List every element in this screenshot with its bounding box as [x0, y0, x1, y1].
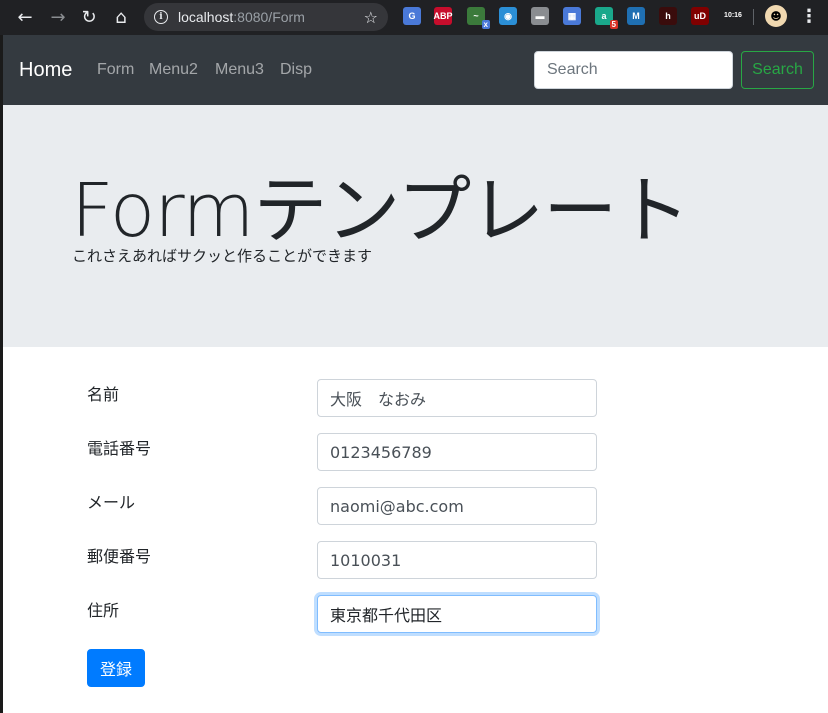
search-input[interactable]	[534, 51, 733, 89]
postal-code-label: 郵便番号	[87, 547, 152, 566]
h-ext-icon[interactable]: h	[659, 7, 677, 25]
postal-code-field[interactable]	[317, 541, 597, 579]
name-field[interactable]	[317, 379, 597, 417]
url-text[interactable]: localhost:8080/Form	[178, 9, 305, 25]
m-ext-icon[interactable]: M	[627, 7, 645, 25]
line-ext-icon[interactable]: ▬	[531, 7, 549, 25]
toolbar-divider	[753, 9, 754, 25]
address-field[interactable]	[317, 595, 597, 633]
extension-badge: x	[481, 20, 490, 29]
clock-ext-icon[interactable]: 10:16	[723, 7, 743, 25]
forward-arrow-icon[interactable]: →	[47, 6, 69, 28]
search-button[interactable]: Search	[741, 51, 814, 89]
register-button[interactable]: 登録	[87, 649, 145, 687]
ublock-ext-icon[interactable]: uD	[691, 7, 709, 25]
jumbotron: Formテンプレート これさえあればサクッと作ることができます	[3, 105, 828, 347]
address-label: 住所	[87, 601, 120, 620]
browser-toolbar: ← → ↻ ⌂ i localhost:8080/Form ☆ G ABP ~ x ◉ ▬…	[0, 0, 828, 35]
bookmark-star-icon[interactable]: ☆	[364, 8, 378, 27]
phone-label: 電話番号	[87, 439, 152, 458]
navbar: Home Form Menu2 Menu3 Disp Search	[3, 35, 828, 105]
page-title: Formテンプレート	[71, 168, 690, 254]
nav-link-menu2[interactable]: Menu2	[149, 61, 198, 79]
profile-avatar[interactable]: ☻	[765, 5, 787, 27]
email-field[interactable]	[317, 487, 597, 525]
adblock-ext-icon[interactable]: ABP	[434, 7, 453, 25]
home-icon[interactable]: ⌂	[110, 6, 132, 28]
phone-field[interactable]	[317, 433, 597, 471]
navbar-brand-home[interactable]: Home	[19, 59, 72, 82]
reload-icon[interactable]: ↻	[78, 6, 100, 28]
nav-link-disp[interactable]: Disp	[280, 61, 312, 79]
back-arrow-icon[interactable]: ←	[14, 6, 36, 28]
page-lead-text: これさえあればサクッと作ることができます	[72, 247, 373, 265]
translate-ext-icon[interactable]: G	[403, 7, 421, 25]
address-bar[interactable]: i localhost:8080/Form ☆	[144, 3, 388, 31]
menu-kebab-icon[interactable]: ⋮	[800, 6, 818, 27]
a-ext-icon[interactable]: a5	[595, 7, 618, 29]
pattern-ext-icon[interactable]: ▦	[563, 7, 581, 25]
wappalyzer-ext-icon[interactable]: ~ x	[467, 7, 490, 29]
info-icon[interactable]: i	[154, 10, 168, 24]
name-label: 名前	[87, 385, 120, 404]
nav-link-form[interactable]: Form	[97, 61, 134, 79]
nav-link-menu3[interactable]: Menu3	[215, 61, 264, 79]
email-label: メール	[87, 493, 136, 512]
extension-badge: 5	[609, 20, 618, 29]
camera-ext-icon[interactable]: ◉	[499, 7, 517, 25]
